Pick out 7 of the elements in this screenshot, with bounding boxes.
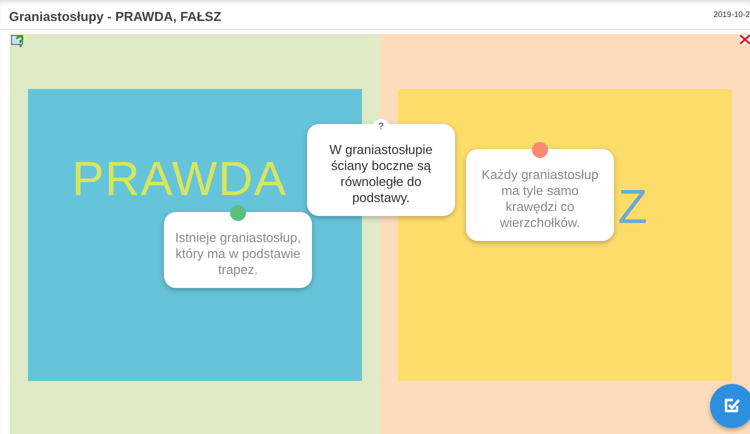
help-icon[interactable]	[11, 34, 25, 48]
page-title: Graniastosłupy - PRAWDA, FAŁSZ	[9, 9, 222, 24]
date-text: 2019-10-2	[714, 10, 750, 19]
statement-card[interactable]: Istnieje graniastosłup, który ma w podstawie trapez.	[164, 212, 312, 288]
statement-card[interactable]: Każdy graniastosłup ma tyle samo krawędzi co wierzchołków.	[466, 149, 614, 241]
category-label: PRAWDA	[72, 156, 287, 204]
category-label: Z	[618, 184, 648, 232]
